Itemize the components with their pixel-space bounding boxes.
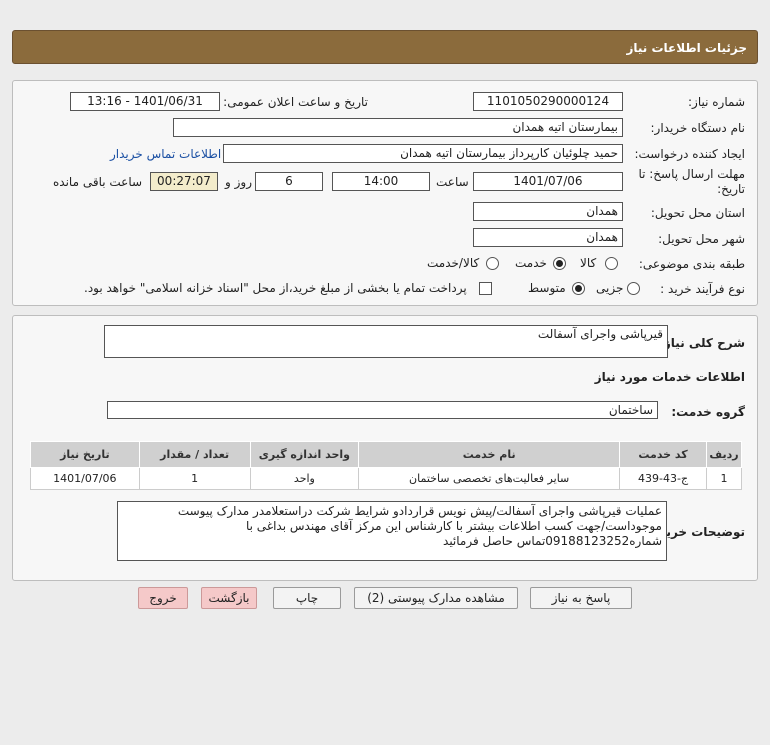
col-unit: واحد اندازه گیری	[249, 441, 360, 468]
category-goods-radio[interactable]	[605, 257, 618, 270]
buyer-notes-field: عملیات قیرپاشی واجرای آسفالت/پیش نویس قر…	[117, 501, 667, 561]
category-goods-service-radio[interactable]	[486, 257, 499, 270]
remaining-label: ساعت باقی مانده	[53, 175, 143, 189]
view-documents-button[interactable]: مشاهده مدارک پیوستی (2)	[354, 587, 518, 609]
purchase-type-label: نوع فرآیند خرید :	[660, 282, 745, 296]
requester-field: حمید چلوئیان کارپرداز بیمارستان اتیه همد…	[223, 144, 623, 163]
deadline-time-label: ساعت	[436, 175, 469, 189]
need-info-panel	[12, 80, 758, 306]
need-number-label: شماره نیاز:	[688, 95, 745, 109]
col-row-number: ردیف	[706, 441, 742, 468]
reply-button[interactable]: پاسخ به نیاز	[530, 587, 632, 609]
services-table: ردیف کد خدمت نام خدمت واحد اندازه گیری ت…	[30, 441, 742, 490]
days-field: 6	[255, 172, 323, 191]
table-header-row: ردیف کد خدمت نام خدمت واحد اندازه گیری ت…	[30, 441, 742, 468]
purchase-partial-radio[interactable]	[627, 282, 640, 295]
province-field: همدان	[473, 202, 623, 221]
category-goods-service-label: کالا/خدمت	[427, 256, 480, 270]
deadline-date-field: 1401/07/06	[473, 172, 623, 191]
services-title: اطلاعات خدمات مورد نیاز	[594, 370, 745, 384]
province-label: استان محل تحویل:	[650, 206, 745, 220]
col-quantity: تعداد / مقدار	[138, 441, 251, 468]
service-group-label: گروه خدمت:	[671, 405, 745, 419]
deadline-label-date: تاریخ:	[717, 182, 745, 196]
cell-service-name: سایر فعالیت‌های تخصصی ساختمان	[358, 467, 621, 490]
cell-quantity: 1	[138, 467, 251, 490]
purchase-medium-label: متوسط	[528, 281, 566, 295]
exit-button[interactable]: خروج	[138, 587, 188, 609]
summary-label: شرح کلی نیاز:	[659, 336, 745, 350]
purchase-medium-radio[interactable]	[572, 282, 585, 295]
cell-need-date: 1401/07/06	[30, 467, 140, 490]
days-label: روز و	[225, 175, 252, 189]
cell-service-code: ج-43-439	[619, 467, 707, 490]
need-number-field: 1101050290000124	[473, 92, 623, 111]
print-button[interactable]: چاپ	[273, 587, 341, 609]
col-service-name: نام خدمت	[358, 441, 621, 468]
summary-field: قیرپاشی واجرای آسفالت	[104, 325, 668, 358]
buyer-org-field: بیمارستان اتیه همدان	[173, 118, 623, 137]
back-button[interactable]: بازگشت	[201, 587, 257, 609]
requester-label: ایجاد کننده درخواست:	[634, 147, 745, 161]
col-service-code: کد خدمت	[619, 441, 707, 468]
page-header: جزئیات اطلاعات نیاز	[12, 30, 758, 64]
purchase-partial-label: جزیی	[596, 281, 624, 295]
treasury-checkbox[interactable]	[479, 282, 492, 295]
col-need-date: تاریخ نیاز	[30, 441, 140, 468]
treasury-note: پرداخت تمام یا بخشی از مبلغ خرید،از محل …	[84, 281, 467, 295]
category-label: طبقه بندی موضوعی:	[638, 257, 745, 271]
service-group-field: ساختمان	[107, 401, 658, 419]
deadline-time-field: 14:00	[332, 172, 430, 191]
category-service-label: خدمت	[515, 256, 547, 270]
cell-row-number: 1	[706, 467, 742, 490]
city-label: شهر محل تحویل:	[658, 232, 745, 246]
cell-unit: واحد	[249, 467, 360, 490]
announce-label: تاریخ و ساعت اعلان عمومی:	[223, 95, 368, 109]
buyer-contact-link[interactable]: اطلاعات تماس خریدار	[110, 147, 221, 161]
announce-field: 1401/06/31 - 13:16	[70, 92, 220, 111]
deadline-label: مهلت ارسال پاسخ: تا	[638, 167, 745, 181]
remaining-time-field: 00:27:07	[150, 172, 218, 191]
buyer-org-label: نام دستگاه خریدار:	[650, 121, 746, 135]
category-service-radio[interactable]	[553, 257, 566, 270]
category-goods-label: کالا	[580, 256, 597, 270]
table-row: 1 ج-43-439 سایر فعالیت‌های تخصصی ساختمان…	[30, 467, 742, 490]
city-field: همدان	[473, 228, 623, 247]
